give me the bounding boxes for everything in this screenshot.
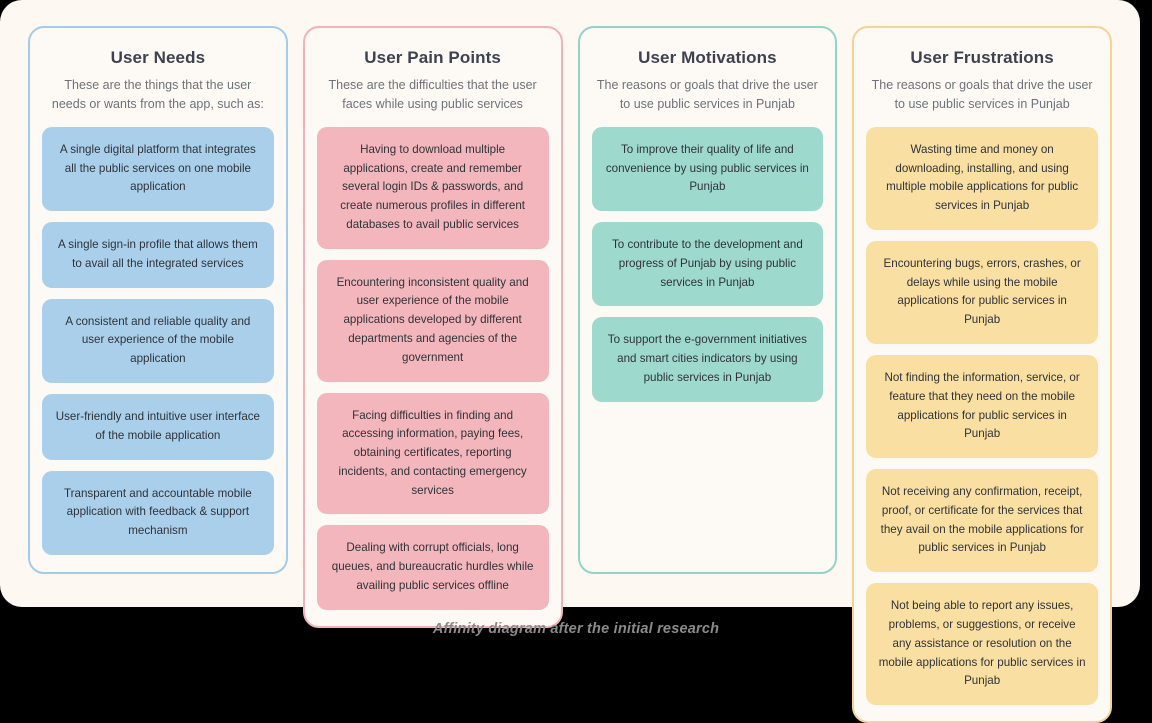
affinity-note-card[interactable]: Having to download multiple applications… xyxy=(316,126,549,249)
column-title: User Motivations xyxy=(638,48,777,67)
column-title: User Pain Points xyxy=(364,48,501,67)
diagram-panel: User Needs These are the things that the … xyxy=(0,0,1140,723)
affinity-note-card[interactable]: A single digital platform that integrate… xyxy=(42,126,274,212)
column-cards: A single digital platform that integrate… xyxy=(42,126,274,555)
affinity-note-card[interactable]: Encountering bugs, errors, crashes, or d… xyxy=(866,240,1098,344)
affinity-note-card[interactable]: A consistent and reliable quality and us… xyxy=(42,298,274,383)
affinity-note-card[interactable]: Facing difficulties in finding and acces… xyxy=(316,392,549,515)
affinity-note-card[interactable]: Dealing with corrupt officials, long que… xyxy=(316,525,549,610)
affinity-note-card[interactable]: To support the e-government initiatives … xyxy=(591,317,824,402)
column-description: The reasons or goals that drive the user… xyxy=(596,78,818,112)
affinity-note-card[interactable]: To contribute to the development and pro… xyxy=(591,222,824,307)
column-cards: Having to download multiple applications… xyxy=(316,126,549,610)
affinity-note-card[interactable]: Not receiving any confirmation, receipt,… xyxy=(866,469,1098,573)
affinity-note-card[interactable]: Wasting time and money on downloading, i… xyxy=(866,126,1098,230)
column-title: User Needs xyxy=(110,48,206,67)
column-title: User Frustrations xyxy=(910,48,1054,67)
column-cards: To improve their quality of life and con… xyxy=(591,126,824,402)
affinity-column-user-needs: User Needs These are the things that the … xyxy=(28,26,288,574)
column-description: These are the difficulties that the user… xyxy=(328,78,537,112)
affinity-note-card[interactable]: A single sign-in profile that allows the… xyxy=(42,222,274,288)
column-description: These are the things that the user needs… xyxy=(51,78,264,112)
affinity-note-card[interactable]: User-friendly and intuitive user interfa… xyxy=(42,394,274,460)
affinity-column-user-motivations: User Motivations The reasons or goals tha… xyxy=(577,26,838,574)
affinity-note-card[interactable]: Not finding the information, service, or… xyxy=(866,355,1098,459)
figure-caption: Affinity diagram after the initial resea… xyxy=(432,620,720,637)
affinity-diagram-page: User Needs These are the things that the … xyxy=(0,0,1152,723)
affinity-note-card[interactable]: To improve their quality of life and con… xyxy=(591,126,824,212)
affinity-column-user-pain-points: User Pain Points These are the difficulti… xyxy=(302,26,563,628)
affinity-note-card[interactable]: Transparent and accountable mobile appli… xyxy=(42,470,274,555)
column-description: The reasons or goals that drive the user… xyxy=(871,78,1093,112)
affinity-note-card[interactable]: Encountering inconsistent quality and us… xyxy=(316,259,549,382)
